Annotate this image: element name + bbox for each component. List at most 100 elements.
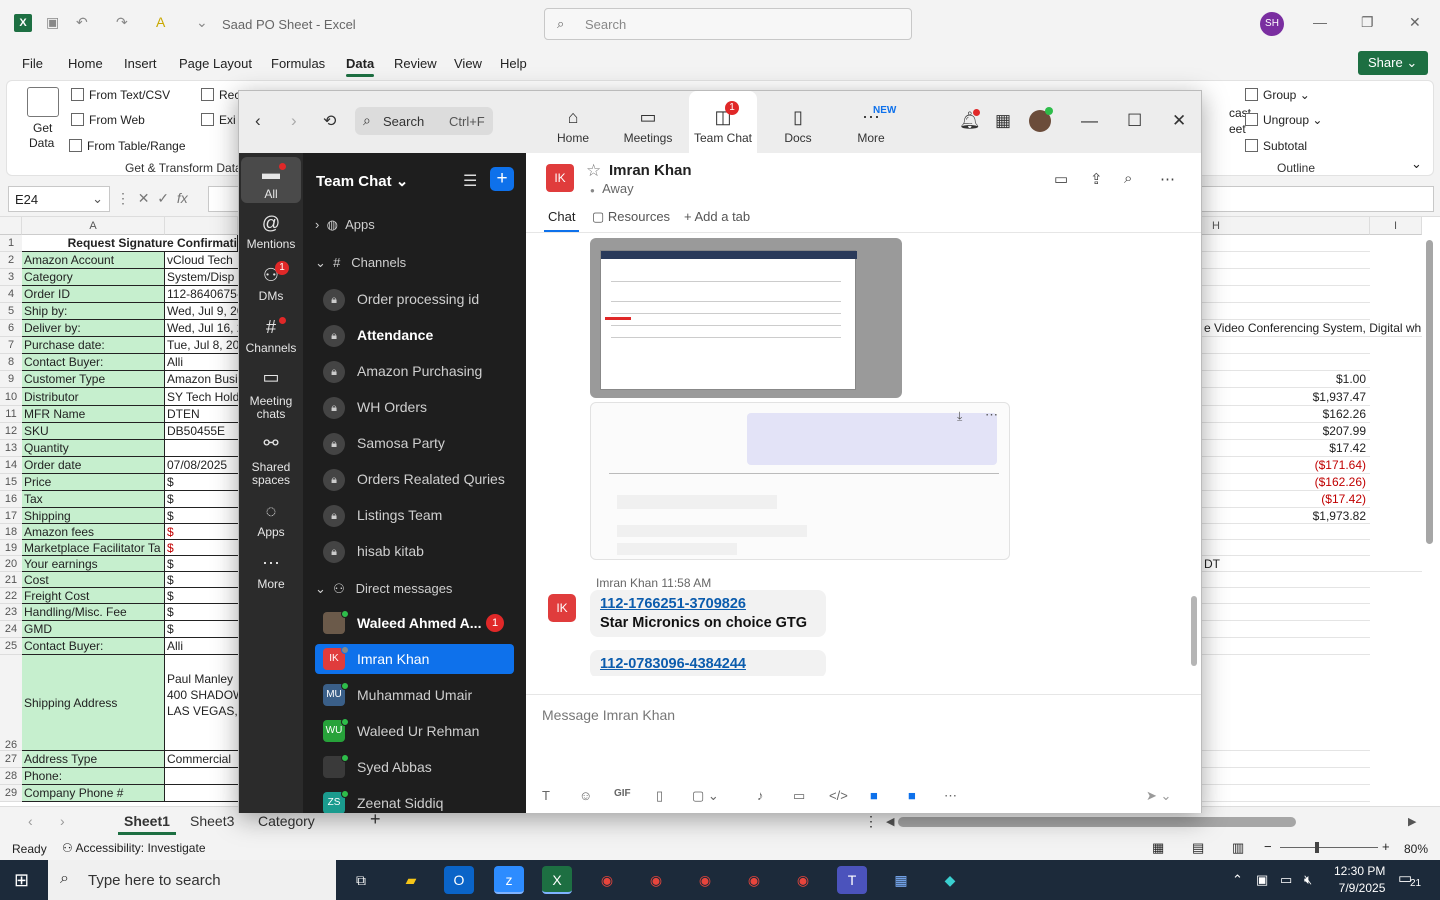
row-number[interactable]: 7 <box>0 337 22 354</box>
row-number[interactable]: 10 <box>0 388 22 406</box>
row-number[interactable]: 6 <box>0 320 22 337</box>
tab-docs[interactable]: ▯ Docs <box>773 91 823 153</box>
cell-label[interactable]: Address Type <box>22 751 165 768</box>
row-number[interactable]: 11 <box>0 406 22 423</box>
menu-file[interactable]: File <box>22 56 43 71</box>
row-number[interactable]: 2 <box>0 252 22 269</box>
emoji-icon[interactable]: ☺ <box>579 788 592 803</box>
row-number[interactable]: 1 <box>0 235 22 252</box>
cell-h[interactable]: e Video Conferencing System, Digital wh <box>1202 320 1422 337</box>
zoom-level[interactable]: 80% <box>1404 842 1428 856</box>
chat-search-icon[interactable]: ⌕ <box>1124 170 1132 187</box>
row-number[interactable]: 15 <box>0 474 22 491</box>
existing-connections-button[interactable]: Exi <box>201 113 236 127</box>
chrome-icon-2[interactable]: ◉ <box>641 866 671 894</box>
highlight-icon[interactable]: A <box>156 14 165 30</box>
cell-h[interactable] <box>1202 751 1370 768</box>
dm-item[interactable]: Syed Abbas <box>315 752 514 782</box>
row-number[interactable]: 19 <box>0 540 22 556</box>
cell-label[interactable]: Price <box>22 474 165 491</box>
dm-section-header[interactable]: ⌄ ⚇ Direct messages <box>315 581 452 597</box>
column-header-h[interactable]: H <box>1202 217 1370 235</box>
cell-label[interactable]: Deliver by: <box>22 320 165 337</box>
taskbar-search[interactable]: ⌕ Type here to search <box>48 860 336 900</box>
cell-label[interactable]: Order date <box>22 457 165 474</box>
column-header-b[interactable] <box>165 217 238 235</box>
row-number[interactable]: 14 <box>0 457 22 474</box>
minimize-icon[interactable]: — <box>1313 14 1327 30</box>
cell-value[interactable]: 07/08/2025 <box>165 457 238 474</box>
row-number[interactable]: 18 <box>0 524 22 540</box>
hscroll-right-icon[interactable]: ▶ <box>1408 815 1416 828</box>
sidebar-title[interactable]: Team Chat ⌄ <box>316 172 408 190</box>
row-number[interactable]: 8 <box>0 354 22 371</box>
tab-home[interactable]: ⌂ Home <box>543 91 603 153</box>
recent-sources-button[interactable]: Rec <box>201 88 240 102</box>
filter-icon[interactable]: ☰ <box>463 171 477 191</box>
cell-h[interactable] <box>1202 638 1370 655</box>
chrome-icon-3[interactable]: ◉ <box>690 866 720 894</box>
get-data-label[interactable]: Get <box>33 121 52 135</box>
row-number[interactable]: 29 <box>0 785 22 802</box>
new-chat-button[interactable]: + <box>490 167 514 191</box>
cell-value[interactable] <box>165 768 238 785</box>
cell-label[interactable]: GMD <box>22 621 165 638</box>
cell-value[interactable]: Commercial <box>165 751 238 768</box>
row-number[interactable]: 26 <box>0 655 22 751</box>
menu-view[interactable]: View <box>454 56 482 71</box>
cell-h[interactable] <box>1202 235 1370 252</box>
tab-more[interactable]: ⋯ More NEW <box>843 91 899 153</box>
accessibility-button[interactable]: ⚇ Accessibility: Investigate <box>62 841 206 855</box>
cell-h[interactable]: $162.26 <box>1202 406 1370 423</box>
row-number[interactable]: 5 <box>0 303 22 320</box>
cell-h[interactable] <box>1202 269 1370 286</box>
row-number[interactable]: 22 <box>0 588 22 604</box>
cell-h[interactable]: DT <box>1202 556 1422 572</box>
dm-item[interactable]: MU Muhammad Umair <box>315 680 514 710</box>
row-number[interactable]: 25 <box>0 638 22 655</box>
cell-label[interactable]: Shipping Address <box>22 655 165 751</box>
undo-icon[interactable]: ↶ <box>76 14 88 31</box>
rail-meeting-chats[interactable]: ▭ Meeting chats <box>241 368 301 421</box>
cell-h[interactable] <box>1202 768 1370 785</box>
row-number[interactable]: 20 <box>0 556 22 572</box>
channel-item[interactable]: 🔒︎ WH Orders <box>323 392 518 422</box>
name-box-dropdown-icon[interactable]: ⌄ <box>92 191 103 207</box>
excel-search-box[interactable]: ⌕ Search <box>544 8 912 40</box>
menu-review[interactable]: Review <box>394 56 437 71</box>
rail-apps[interactable]: ◌ Apps <box>241 501 301 539</box>
cell-label[interactable]: Order ID <box>22 286 165 303</box>
cell-value[interactable]: Amazon Busi <box>165 371 238 388</box>
message-composer[interactable]: Message Imran Khan T ☺ GIF ▯ ▢ ⌄ ♪ ▭ </>… <box>526 694 1201 813</box>
subtotal-button[interactable]: Subtotal <box>1245 139 1307 153</box>
cell-label[interactable]: Handling/Misc. Fee <box>22 604 165 621</box>
cell-label[interactable]: Distributor <box>22 388 165 406</box>
calendar-icon[interactable]: ▦ <box>995 111 1011 131</box>
share-screen-icon[interactable]: ⇪ <box>1090 170 1103 188</box>
cell-value[interactable]: Alli <box>165 638 238 655</box>
screenshot-attachment-1[interactable] <box>590 238 902 398</box>
column-header-i[interactable]: I <box>1370 217 1422 235</box>
vertical-scrollbar[interactable] <box>1422 234 1436 804</box>
composer-more-icon[interactable]: ⋯ <box>944 788 957 804</box>
cell-label[interactable]: Phone: <box>22 768 165 785</box>
screenshot-icon[interactable]: ▢ ⌄ <box>692 788 719 804</box>
teams-icon[interactable]: T <box>837 866 867 894</box>
cell-value[interactable]: $ <box>165 508 238 524</box>
cell-label[interactable]: Quantity <box>22 440 165 457</box>
cell-value[interactable]: Paul Manley 400 SHADOW LAS VEGAS, N <box>165 655 238 751</box>
cell-value[interactable]: vCloud Tech <box>165 252 238 269</box>
page-layout-view-icon[interactable]: ▤ <box>1192 840 1204 856</box>
dm-item[interactable]: WU Waleed Ur Rehman <box>315 716 514 746</box>
cell-h[interactable] <box>1202 604 1370 621</box>
get-data-label2[interactable]: Data <box>29 136 54 150</box>
windows-start-icon[interactable]: ⊞ <box>14 870 29 891</box>
menu-page-layout[interactable]: Page Layout <box>179 56 252 71</box>
cell-h[interactable] <box>1202 540 1370 556</box>
tray-chevron-icon[interactable]: ⌃ <box>1232 872 1243 888</box>
ungroup-button[interactable]: Ungroup ⌄ <box>1245 113 1322 127</box>
rail-mentions[interactable]: @ Mentions <box>241 213 301 251</box>
cell-label[interactable]: Request Signature Confirmati <box>22 235 238 252</box>
cell-value[interactable]: DTEN <box>165 406 238 423</box>
cell-value[interactable]: $ <box>165 604 238 621</box>
